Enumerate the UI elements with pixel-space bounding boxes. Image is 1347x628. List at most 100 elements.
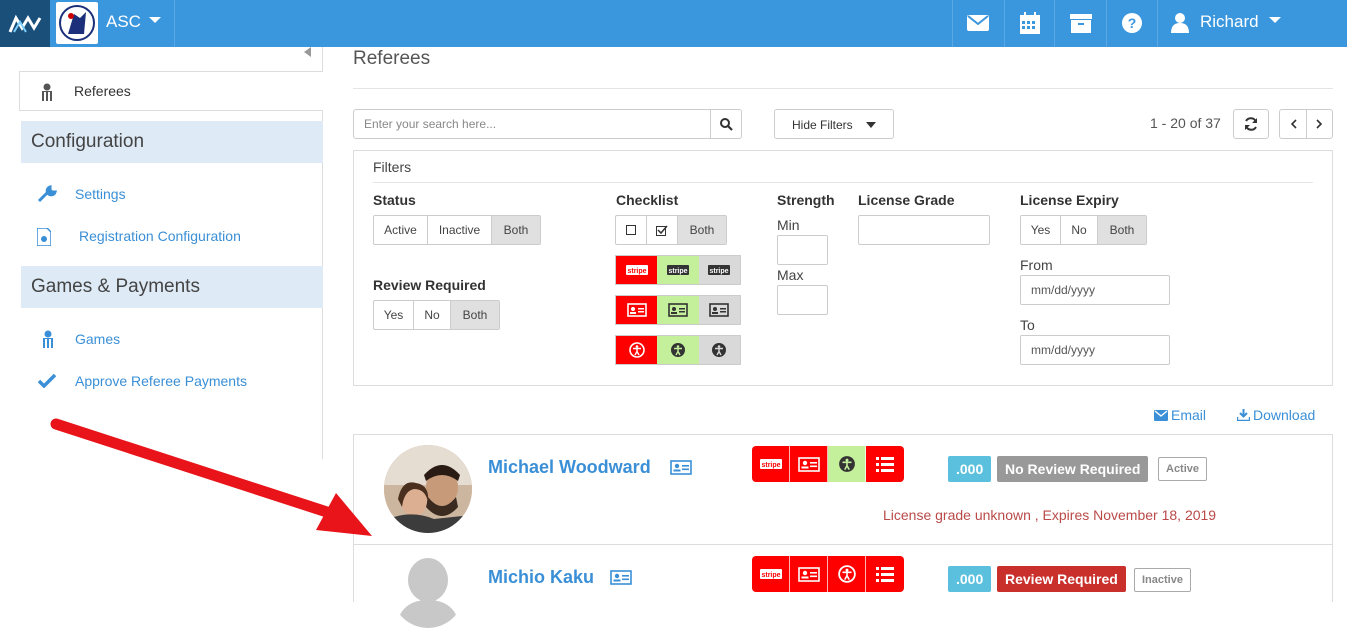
search-input[interactable]: [353, 109, 711, 139]
id-card-missing-option[interactable]: [616, 296, 658, 324]
stripe-both-option[interactable]: stripe: [698, 256, 740, 284]
inactive-status-badge: Inactive: [1134, 568, 1191, 592]
help-icon[interactable]: ?: [1120, 12, 1144, 34]
sidebar-item-settings[interactable]: Settings: [75, 186, 126, 202]
expiry-to-date-input[interactable]: mm/dd/yyyy: [1020, 335, 1170, 365]
status-filter-group: Active Inactive Both: [373, 215, 541, 245]
stripe-badge[interactable]: stripe: [752, 446, 790, 482]
strength-max-label: Max: [777, 267, 804, 283]
calendar-icon[interactable]: [1018, 12, 1042, 34]
id-card-icon[interactable]: [610, 570, 632, 585]
app-logo[interactable]: [0, 0, 50, 47]
checkmark-icon: [38, 374, 56, 388]
envelope-icon: [1154, 410, 1168, 421]
user-menu-name[interactable]: Richard: [1200, 12, 1259, 32]
email-label: Email: [1171, 407, 1207, 423]
safety-filter-group: [615, 335, 741, 365]
avatar[interactable]: [392, 556, 464, 628]
status-active-option[interactable]: Active: [374, 216, 428, 244]
archive-icon[interactable]: [1069, 12, 1093, 34]
stripe-icon: stripe: [666, 265, 689, 275]
license-grade-filter-label: License Grade: [858, 192, 955, 208]
email-link[interactable]: Email: [1154, 407, 1206, 423]
sidebar-section-configuration: Configuration: [21, 121, 323, 163]
checklist-unchecked-option[interactable]: [616, 216, 647, 244]
safety-done-option[interactable]: [657, 336, 699, 364]
strength-min-input[interactable]: [777, 235, 828, 265]
search-button[interactable]: [710, 109, 742, 139]
user-icon[interactable]: [1168, 12, 1192, 34]
id-card-icon: [668, 303, 688, 317]
referee-name-link[interactable]: Michael Woodward: [488, 457, 651, 478]
refresh-button[interactable]: [1233, 109, 1269, 139]
checklist-checked-option[interactable]: [647, 216, 678, 244]
divider: [1054, 0, 1055, 47]
checklist-badges: stripe: [752, 446, 904, 482]
logo-icon: [8, 14, 42, 33]
id-card-icon: [709, 303, 730, 317]
sidebar-collapse-icon[interactable]: [304, 47, 312, 57]
status-both-option[interactable]: Both: [492, 216, 540, 244]
review-no-option[interactable]: No: [414, 301, 451, 329]
hide-filters-label: Hide Filters: [792, 118, 853, 132]
active-status-badge: Active: [1158, 457, 1208, 481]
checkbox-checked-icon: [656, 225, 668, 236]
stripe-badge[interactable]: stripe: [752, 556, 790, 592]
checklist-both-option[interactable]: Both: [678, 216, 726, 244]
filters-panel: [353, 150, 1333, 386]
club-badge[interactable]: [56, 2, 98, 44]
club-name[interactable]: ASC: [106, 12, 141, 32]
checklist-list-badge[interactable]: [866, 446, 904, 482]
review-status-badge: Review Required: [997, 566, 1126, 592]
list-icon: [876, 566, 894, 582]
safety-badge[interactable]: [828, 556, 866, 592]
safety-both-option[interactable]: [698, 336, 740, 364]
id-card-icon: [797, 456, 820, 472]
strength-max-input[interactable]: [777, 285, 828, 315]
chevron-down-icon[interactable]: [1268, 15, 1282, 25]
divider: [174, 0, 175, 47]
checklist-filter-label: Checklist: [616, 192, 679, 208]
id-card-icon[interactable]: [670, 460, 692, 475]
id-card-done-option[interactable]: [657, 296, 699, 324]
stripe-label: stripe: [761, 572, 780, 579]
review-yes-option[interactable]: Yes: [374, 301, 414, 329]
sidebar-item-games[interactable]: Games: [75, 331, 120, 347]
prev-page-button[interactable]: [1279, 109, 1307, 139]
avatar[interactable]: [384, 445, 472, 533]
chevron-down-icon[interactable]: [148, 15, 162, 25]
review-both-option[interactable]: Both: [451, 301, 499, 329]
settings-file-icon: [37, 228, 51, 246]
license-grade-input[interactable]: [858, 215, 990, 245]
stripe-icon: stripe: [708, 265, 731, 275]
id-card-badge[interactable]: [790, 556, 828, 592]
page-title: Referees: [353, 48, 431, 69]
stripe-missing-option[interactable]: stripe: [616, 256, 658, 284]
expiry-both-option[interactable]: Both: [1098, 216, 1146, 244]
hide-filters-button[interactable]: Hide Filters: [774, 109, 894, 139]
divider: [1004, 0, 1005, 47]
divider: [353, 88, 1333, 89]
envelope-icon[interactable]: [966, 12, 990, 34]
strength-score-badge: .000: [948, 566, 992, 592]
next-page-button[interactable]: [1306, 109, 1333, 139]
strength-filter-label: Strength: [777, 192, 835, 208]
stripe-label: stripe: [668, 268, 687, 275]
sidebar-item-registration-configuration[interactable]: Registration Configuration: [79, 228, 241, 244]
sidebar-item-referees[interactable]: Referees: [19, 71, 323, 111]
stripe-done-option[interactable]: stripe: [657, 256, 699, 284]
review-status-badge: No Review Required: [997, 456, 1149, 482]
stripe-filter-group: stripe stripe stripe: [615, 255, 741, 285]
download-link[interactable]: Download: [1235, 407, 1315, 423]
expiry-yes-option[interactable]: Yes: [1021, 216, 1061, 244]
checklist-list-badge[interactable]: [866, 556, 904, 592]
safety-missing-option[interactable]: [616, 336, 658, 364]
id-card-both-option[interactable]: [698, 296, 740, 324]
expiry-no-option[interactable]: No: [1061, 216, 1098, 244]
sidebar-item-approve-referee-payments[interactable]: Approve Referee Payments: [75, 373, 247, 389]
status-inactive-option[interactable]: Inactive: [428, 216, 492, 244]
expiry-from-date-input[interactable]: mm/dd/yyyy: [1020, 275, 1170, 305]
id-card-badge[interactable]: [790, 446, 828, 482]
safety-badge[interactable]: [828, 446, 866, 482]
referee-name-link[interactable]: Michio Kaku: [488, 567, 594, 588]
